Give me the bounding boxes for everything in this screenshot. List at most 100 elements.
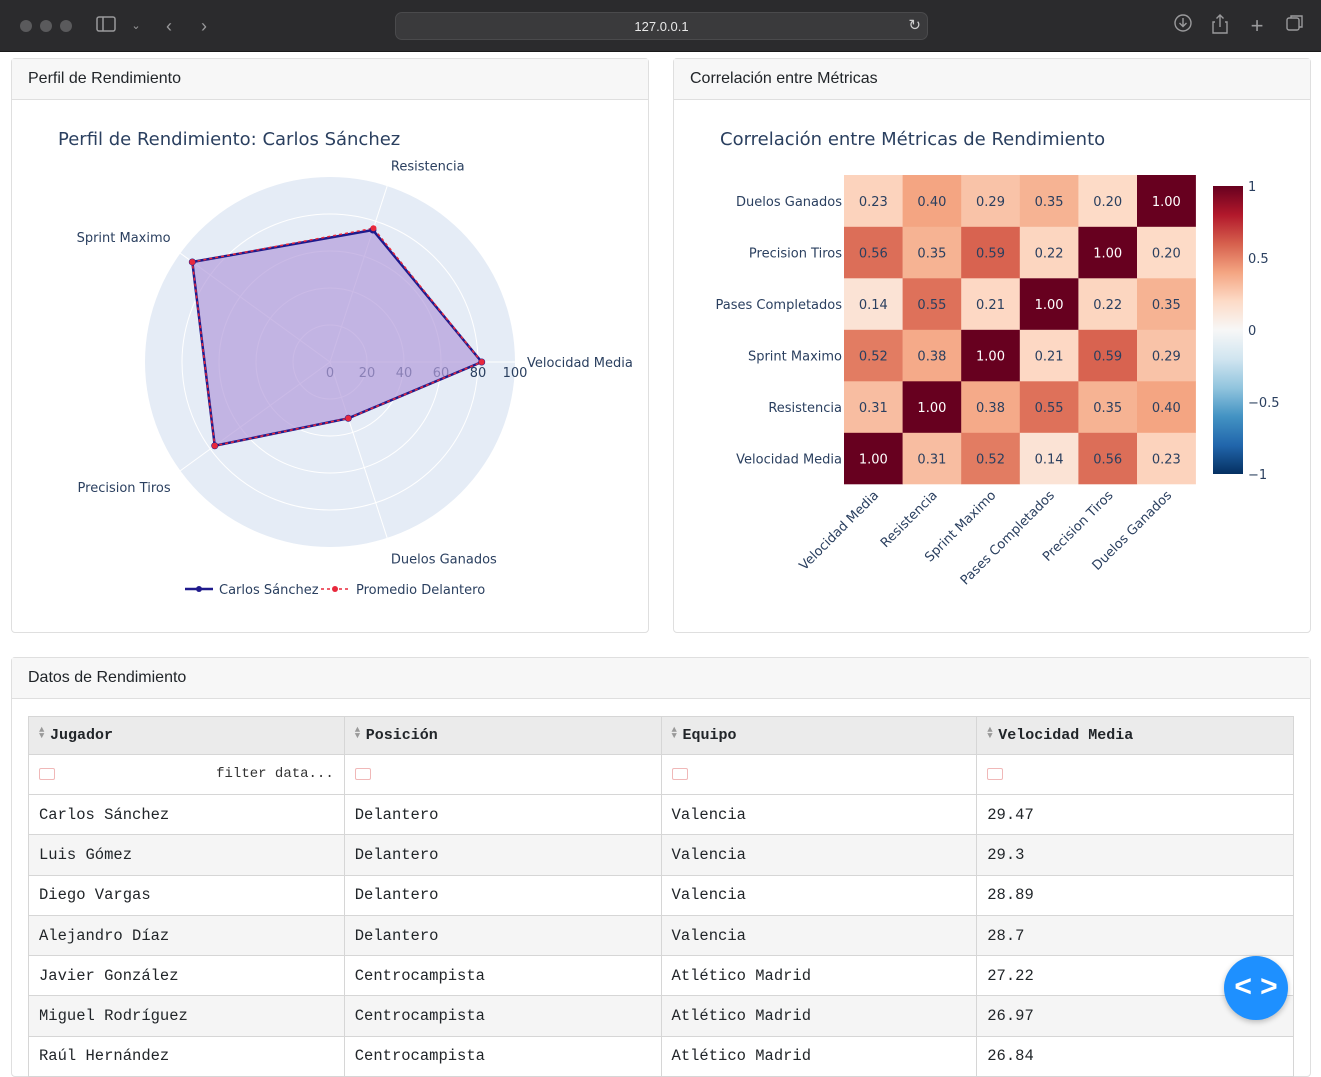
table-cell[interactable]: Centrocampista <box>343 995 662 1037</box>
heatmap-x-label: Velocidad Media <box>797 488 882 573</box>
heatmap-cell-label: 0.56 <box>859 246 888 261</box>
table-cell[interactable]: Alejandro Díaz <box>28 914 345 957</box>
heatmap-chart: 1.00 0.31 0.52 0.14 0.56 0.23 0.31 1.00 0.38 0.55… <box>716 175 1280 588</box>
table-cell[interactable]: 26.84 <box>976 1035 1294 1077</box>
heatmap-cell-label: 0.35 <box>917 246 946 261</box>
table-cell[interactable]: Valencia <box>660 834 978 876</box>
heatmap-cell-label: 0.21 <box>1035 349 1064 364</box>
heatmap-cell-label: 0.20 <box>1093 195 1122 210</box>
table-cell[interactable]: Javier González <box>28 955 345 997</box>
table-cell[interactable]: 29.47 <box>976 793 1294 836</box>
table-cell[interactable]: Diego Vargas <box>28 874 345 916</box>
sort-icon[interactable]: ▲ ▼ <box>672 726 682 741</box>
heatmap-x-label: Resistencia <box>878 488 941 551</box>
table-row[interactable]: Alejandro Díaz Delantero Valencia 28.7 <box>28 914 1294 957</box>
radar-chart: 020406080100Velocidad MediaResistenciaSp… <box>77 160 633 598</box>
table-cell[interactable]: Centrocampista <box>343 1035 662 1077</box>
radar-axis-label: Velocidad Media <box>527 356 633 371</box>
heatmap-cell-label: 0.52 <box>859 349 888 364</box>
table-cell[interactable]: Delantero <box>343 834 662 876</box>
heatmap-cell-label: 1.00 <box>917 401 946 416</box>
sort-icon[interactable]: ▲ ▼ <box>987 726 997 741</box>
table-card-header: Datos de Rendimiento <box>12 658 1310 699</box>
table-cell[interactable]: Atlético Madrid <box>660 995 978 1037</box>
table-cell[interactable]: Miguel Rodríguez <box>28 995 345 1037</box>
table-row[interactable]: Raúl Hernández Centrocampista Atlético Mad… <box>28 1035 1294 1077</box>
table-row[interactable]: Carlos Sánchez Delantero Valencia 29.47 <box>28 793 1294 836</box>
heatmap-y-label: Sprint Maximo <box>748 349 842 364</box>
code-toggle-button[interactable]: < > <box>1224 956 1288 1020</box>
table-cell[interactable]: Delantero <box>343 874 662 916</box>
filter-cell-equipo[interactable] <box>660 754 978 795</box>
radar-axis-label: Sprint Maximo <box>77 231 171 246</box>
table-cell[interactable]: Delantero <box>343 914 662 957</box>
radar-axis-label: Resistencia <box>391 160 465 175</box>
case-toggle-icon[interactable] <box>354 768 371 781</box>
table-cell[interactable]: Luis Gómez <box>28 834 345 876</box>
heatmap-cell-label: 1.00 <box>859 452 888 467</box>
heatmap-cell-label: 0.52 <box>976 452 1005 467</box>
column-header-posicion[interactable]: ▲ ▼ Posición <box>343 716 662 755</box>
table-cell[interactable]: 29.3 <box>976 834 1294 876</box>
data-point <box>211 442 218 449</box>
case-toggle-icon[interactable] <box>39 768 55 781</box>
table-cell[interactable]: 28.7 <box>976 914 1294 957</box>
filter-input-jugador[interactable]: filter data... <box>216 766 334 782</box>
heatmap-cell-label: 0.22 <box>1035 246 1064 261</box>
legend-marker <box>332 586 338 592</box>
heatmap-cell-label: 0.31 <box>917 452 946 467</box>
table-cell[interactable]: Atlético Madrid <box>660 1035 978 1077</box>
filter-cell-jugador[interactable]: filter data... <box>28 754 345 795</box>
radar-axis-label: Precision Tiros <box>78 481 171 496</box>
data-point <box>345 415 352 422</box>
heatmap-cell-label: 1.00 <box>976 349 1005 364</box>
heatmap-cell-label: 0.20 <box>1152 246 1181 261</box>
table-cell[interactable]: 28.89 <box>976 874 1294 916</box>
case-toggle-icon[interactable] <box>671 768 688 781</box>
table-cell[interactable]: Atlético Madrid <box>660 955 978 997</box>
data-point <box>189 258 196 265</box>
filter-cell-posicion[interactable] <box>343 754 662 795</box>
table-row[interactable]: Javier González Centrocampista Atlético Ma… <box>28 955 1294 997</box>
legend-label-carlos: Carlos Sánchez <box>219 583 319 598</box>
table-cell[interactable]: Valencia <box>660 793 978 836</box>
table-cell[interactable]: Valencia <box>660 874 978 916</box>
table-row[interactable]: Luis Gómez Delantero Valencia 29.3 <box>28 834 1294 876</box>
column-header-equipo[interactable]: ▲ ▼ Equipo <box>660 716 978 755</box>
heatmap-cell-label: 1.00 <box>1093 246 1122 261</box>
heatmap-y-label: Pases Completados <box>716 298 843 313</box>
radial-tick-label: 100 <box>503 366 528 381</box>
heatmap-y-label: Duelos Ganados <box>736 195 842 210</box>
heatmap-cell-label: 0.14 <box>859 298 888 313</box>
table-cell[interactable]: Centrocampista <box>343 955 662 997</box>
data-table: ▲ ▼ Jugador ▲ ▼ Posición ▲ ▼ Equipo ▲ ▼ Velocida… <box>28 716 1294 1077</box>
heatmap-cell-label: 0.40 <box>1152 401 1181 416</box>
sort-icon[interactable]: ▲ ▼ <box>355 726 365 741</box>
heatmap-cell-label: 0.21 <box>976 298 1005 313</box>
heatmap-cell-label: 0.38 <box>976 401 1005 416</box>
table-cell[interactable]: Raúl Hernández <box>28 1035 345 1077</box>
legend-label-promedio: Promedio Delantero <box>356 583 485 598</box>
sort-icon[interactable]: ▲ ▼ <box>39 726 49 741</box>
table-cell[interactable]: Delantero <box>343 793 662 836</box>
column-header-jugador[interactable]: ▲ ▼ Jugador <box>28 716 345 755</box>
filter-cell-velocidad-media[interactable] <box>976 754 1294 795</box>
colorbar-tick-label: −0.5 <box>1248 396 1280 411</box>
colorbar-tick-label: 0.5 <box>1248 252 1269 267</box>
heatmap-cell-label: 0.40 <box>917 195 946 210</box>
table-row[interactable]: Miguel Rodríguez Centrocampista Atlético M… <box>28 995 1294 1037</box>
case-toggle-icon[interactable] <box>987 768 1004 781</box>
code-icon: < > <box>1234 970 1278 1003</box>
heatmap-cell-label: 0.14 <box>1035 452 1064 467</box>
heatmap-cell-label: 0.56 <box>1093 452 1122 467</box>
heatmap-cell-label: 0.35 <box>1152 298 1181 313</box>
column-header-velocidad-media[interactable]: ▲ ▼ Velocidad Media <box>976 716 1294 755</box>
radial-tick-label: 80 <box>470 366 487 381</box>
heatmap-cell-label: 0.23 <box>1152 452 1181 467</box>
heatmap-cell-label: 0.38 <box>917 349 946 364</box>
heatmap-cell-label: 0.22 <box>1093 298 1122 313</box>
heatmap-cell-label: 0.35 <box>1035 195 1064 210</box>
table-cell[interactable]: Valencia <box>660 914 978 957</box>
table-cell[interactable]: Carlos Sánchez <box>28 793 345 836</box>
table-row[interactable]: Diego Vargas Delantero Valencia 28.89 <box>28 874 1294 916</box>
